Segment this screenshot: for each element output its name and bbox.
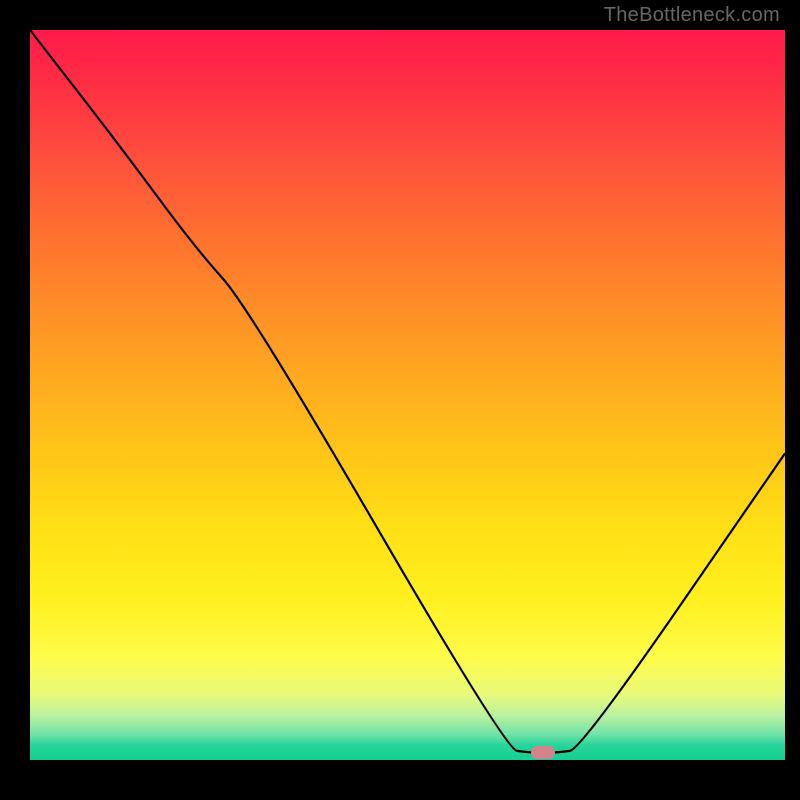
optimum-marker: [531, 746, 555, 759]
bottleneck-curve: [30, 30, 785, 760]
chart-plot-area: [30, 30, 785, 760]
watermark-text: TheBottleneck.com: [604, 4, 780, 27]
